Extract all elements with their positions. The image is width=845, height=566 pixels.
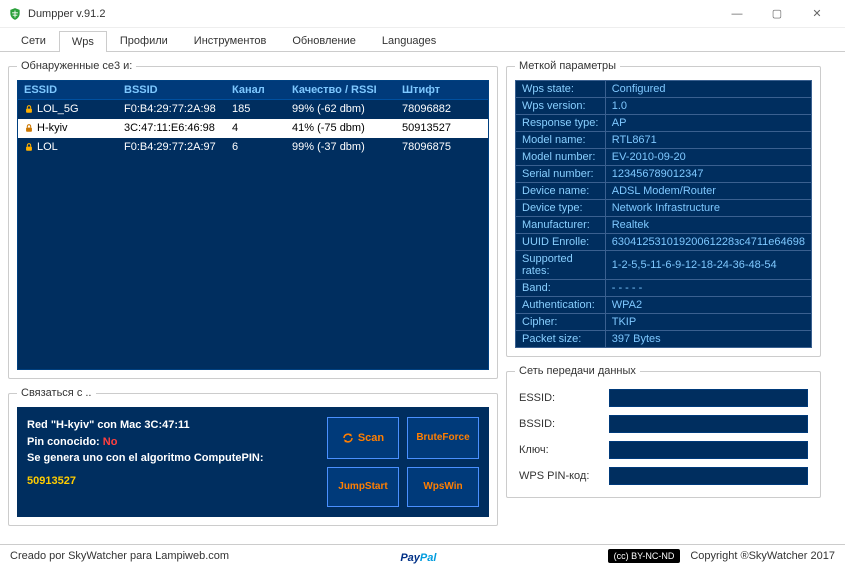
tab-wps[interactable]: Wps: [59, 31, 107, 52]
cc-license-badge: (cc) BY-NC-ND: [608, 549, 681, 563]
essid-field[interactable]: [609, 389, 808, 407]
lock-icon: [24, 142, 34, 152]
app-icon: [8, 7, 22, 21]
bssid-label: BSSID:: [519, 418, 599, 430]
essid-label: ESSID:: [519, 392, 599, 404]
networks-legend: Обнаруженные се3 и:: [17, 60, 136, 72]
details-legend: Меткой параметры: [515, 60, 620, 72]
networks-header: ESSID BSSID Канал Качество / RSSI Штифт: [18, 81, 488, 100]
wpspin-label: WPS PIN-код:: [519, 470, 599, 482]
connect-info: Red "H-kyiv" con Mac 3C:47:11 Pin conoci…: [27, 417, 317, 507]
paypal-logo[interactable]: PayPal: [400, 548, 436, 564]
scan-button[interactable]: Scan: [327, 417, 399, 459]
network-row[interactable]: H-kyiv3C:47:11:E6:46:98441% (-75 dbm)509…: [18, 119, 488, 138]
detail-row: Band:- - - - -: [516, 280, 812, 297]
network-row[interactable]: LOL_5GF0:B4:29:77:2A:9818599% (-62 dbm)7…: [18, 100, 488, 119]
lock-icon: [24, 123, 34, 133]
tab-профили[interactable]: Профили: [107, 30, 181, 51]
titlebar: Dumpper v.91.2 — ▢ ✕: [0, 0, 845, 28]
tab-сети[interactable]: Сети: [8, 30, 59, 51]
netinfo-legend: Сеть передачи данных: [515, 365, 640, 377]
detail-row: Authentication:WPA2: [516, 297, 812, 314]
bssid-field[interactable]: [609, 415, 808, 433]
detail-row: Device type:Network Infrastructure: [516, 200, 812, 217]
footer: Creado por SkyWatcher para Lampiweb.com …: [0, 544, 845, 566]
connect-legend: Связаться с ..: [17, 387, 96, 399]
detail-row: Model number:EV-2010-09-20: [516, 149, 812, 166]
detail-row: Response type:AP: [516, 115, 812, 132]
bruteforce-button[interactable]: BruteForce: [407, 417, 479, 459]
window-controls: — ▢ ✕: [717, 2, 837, 26]
networks-panel: Обнаруженные се3 и: ESSID BSSID Канал Ка…: [8, 60, 498, 379]
key-field[interactable]: [609, 441, 808, 459]
details-panel: Меткой параметры Wps state:ConfiguredWps…: [506, 60, 821, 357]
close-button[interactable]: ✕: [797, 2, 837, 26]
detail-row: Device name:ADSL Modem/Router: [516, 183, 812, 200]
detail-row: Packet size:397 Bytes: [516, 331, 812, 348]
maximize-button[interactable]: ▢: [757, 2, 797, 26]
key-label: Ключ:: [519, 444, 599, 456]
detail-row: Cipher:TKIP: [516, 314, 812, 331]
wpspin-field[interactable]: [609, 467, 808, 485]
tab-bar: СетиWpsПрофилиИнструментовОбновлениеLang…: [0, 28, 845, 52]
connect-panel: Связаться с .. Red "H-kyiv" con Mac 3C:4…: [8, 387, 498, 526]
detail-row: UUID Enrolle:63041253101920061228зc4711e…: [516, 234, 812, 251]
wpswin-button[interactable]: WpsWin: [407, 467, 479, 508]
detail-row: Model name:RTL8671: [516, 132, 812, 149]
tab-инструментов[interactable]: Инструментов: [181, 30, 280, 51]
refresh-icon: [342, 432, 354, 444]
detail-row: Supported rates:1-2-5,5-11-6-9-12-18-24-…: [516, 251, 812, 280]
tab-languages[interactable]: Languages: [369, 30, 449, 51]
tab-обновление[interactable]: Обновление: [279, 30, 369, 51]
jumpstart-button[interactable]: JumpStart: [327, 467, 399, 508]
detail-row: Serial number:123456789012347: [516, 166, 812, 183]
detail-row: Wps version:1.0: [516, 98, 812, 115]
lock-icon: [24, 104, 34, 114]
minimize-button[interactable]: —: [717, 2, 757, 26]
footer-copyright: Copyright ®SkyWatcher 2017: [690, 550, 835, 562]
detail-row: Manufacturer:Realtek: [516, 217, 812, 234]
detail-row: Wps state:Configured: [516, 81, 812, 98]
netinfo-panel: Сеть передачи данных ESSID: BSSID: Ключ:…: [506, 365, 821, 498]
network-row[interactable]: LOLF0:B4:29:77:2A:97699% (-37 dbm)780968…: [18, 138, 488, 157]
footer-credit: Creado por SkyWatcher para Lampiweb.com: [10, 550, 229, 562]
window-title: Dumpper v.91.2: [28, 8, 105, 20]
